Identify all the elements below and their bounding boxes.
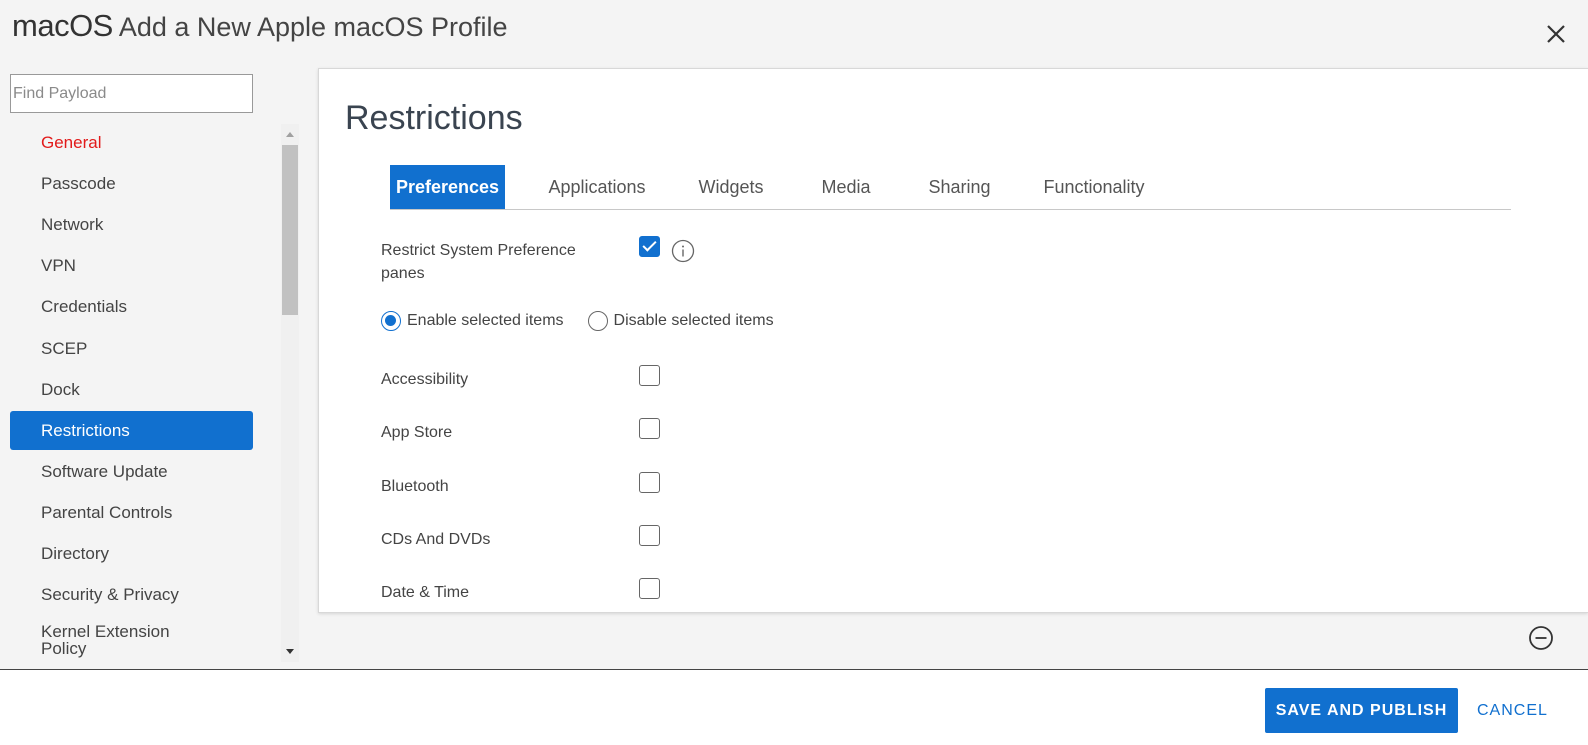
- scroll-thumb[interactable]: [282, 145, 298, 315]
- sidebar-item-directory[interactable]: Directory: [10, 533, 253, 574]
- sidebar-item-label: Kernel Extension Policy: [41, 622, 170, 659]
- tab-applications[interactable]: Applications: [505, 165, 689, 209]
- footer-bar: SAVE AND PUBLISH CANCEL: [0, 669, 1588, 745]
- save-and-publish-button[interactable]: SAVE AND PUBLISH: [1265, 688, 1458, 733]
- sidebar-item-software-update[interactable]: Software Update: [10, 451, 253, 492]
- payload-sidebar: General Passcode Network VPN Credentials…: [10, 122, 253, 662]
- sidebar-item-dock[interactable]: Dock: [10, 369, 253, 410]
- cds-and-dvds-label: CDs And DVDs: [381, 531, 491, 548]
- accessibility-label: Accessibility: [381, 371, 469, 388]
- date-time-checkbox[interactable]: [639, 578, 660, 599]
- info-icon[interactable]: [671, 239, 695, 263]
- tab-media[interactable]: Media: [773, 165, 919, 209]
- sidebar-item-credentials[interactable]: Credentials: [10, 286, 253, 327]
- accessibility-checkbox[interactable]: [639, 365, 660, 386]
- sidebar-item-parental-controls[interactable]: Parental Controls: [10, 492, 253, 533]
- disable-selected-items-label: Disable selected items: [613, 312, 774, 329]
- platform-logo: macOS: [12, 8, 113, 43]
- enable-selected-items-label: Enable selected items: [407, 312, 564, 329]
- enable-disable-radio-group: Enable selected items Disable selected i…: [381, 311, 798, 331]
- cds-and-dvds-checkbox[interactable]: [639, 525, 660, 546]
- disable-selected-items-radio[interactable]: [587, 311, 608, 331]
- panel-title: Restrictions: [345, 99, 523, 137]
- sidebar-item-restrictions[interactable]: Restrictions: [10, 410, 253, 450]
- restrict-preference-panes-checkbox[interactable]: [639, 236, 660, 257]
- sidebar-item-passcode[interactable]: Passcode: [10, 163, 253, 204]
- bluetooth-checkbox[interactable]: [639, 472, 660, 493]
- sidebar-item-network[interactable]: Network: [10, 204, 253, 245]
- find-payload-input[interactable]: [10, 74, 253, 113]
- sidebar-item-general[interactable]: General: [10, 122, 253, 163]
- page-header: macOS Add a New Apple macOS Profile: [12, 8, 508, 44]
- tab-functionality[interactable]: Functionality: [1000, 165, 1188, 209]
- enable-selected-items-radio[interactable]: [381, 311, 401, 331]
- sidebar-item-vpn[interactable]: VPN: [10, 245, 253, 286]
- remove-payload-icon[interactable]: [1528, 625, 1554, 651]
- app-store-checkbox[interactable]: [639, 418, 660, 439]
- sidebar-item-scep[interactable]: SCEP: [10, 327, 253, 368]
- app-store-label: App Store: [381, 424, 453, 441]
- tab-widgets[interactable]: Widgets: [689, 165, 773, 209]
- scroll-down-arrow-icon[interactable]: [281, 644, 299, 660]
- tab-sharing[interactable]: Sharing: [919, 165, 1000, 209]
- bluetooth-label: Bluetooth: [381, 478, 449, 495]
- sidebar-item-kernel-extension-policy[interactable]: Kernel Extension Policy: [10, 615, 253, 662]
- restrictions-panel: Restrictions Preferences Applications Wi…: [318, 68, 1588, 613]
- cancel-button[interactable]: CANCEL: [1477, 688, 1548, 733]
- sidebar-item-security-privacy[interactable]: Security & Privacy: [10, 574, 253, 615]
- sidebar-scrollbar[interactable]: [281, 124, 299, 662]
- date-time-label: Date & Time: [381, 584, 470, 601]
- tab-preferences[interactable]: Preferences: [390, 165, 505, 209]
- close-icon[interactable]: [1544, 22, 1568, 46]
- restrict-preference-panes-label: Restrict System Preference panes: [381, 242, 576, 282]
- restriction-tabs: Preferences Applications Widgets Media S…: [390, 165, 1511, 210]
- page-title: Add a New Apple macOS Profile: [118, 12, 508, 42]
- scroll-up-arrow-icon[interactable]: [281, 126, 299, 142]
